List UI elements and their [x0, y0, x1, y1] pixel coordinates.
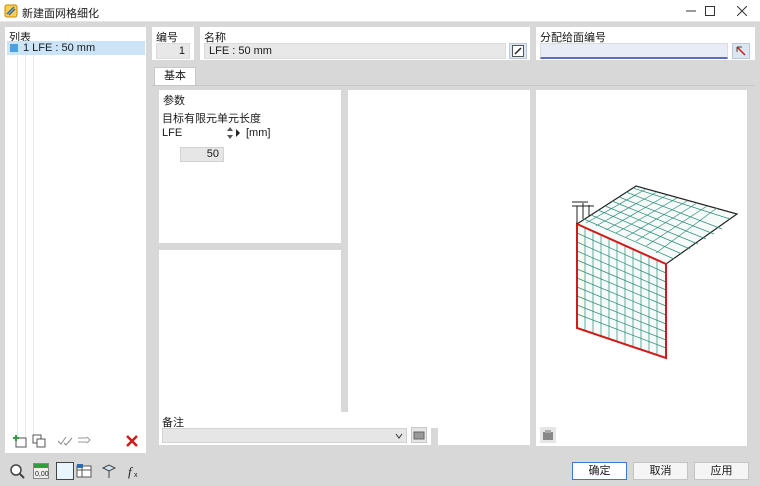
number-format-icon: 0,00: [33, 463, 49, 479]
cancel-button[interactable]: 取消: [633, 462, 688, 480]
color-swatch-button[interactable]: [56, 462, 74, 480]
model-button[interactable]: [100, 462, 118, 480]
delete-icon: [126, 435, 138, 447]
comment-library-button[interactable]: [411, 427, 427, 443]
pick-surfaces-button[interactable]: [732, 43, 750, 59]
new-item-icon: [13, 435, 27, 448]
empty-panel-middle: [348, 90, 530, 428]
search-icon: [10, 464, 25, 479]
name-panel: 名称 LFE : 50 mm: [200, 27, 530, 60]
title-bar: 新建面网格细化: [0, 0, 760, 22]
list-item-label: 1 LFE : 50 mm: [23, 42, 96, 54]
maximize-icon: [705, 6, 715, 16]
arrow-right-icon[interactable]: [235, 126, 241, 140]
color-swatch-icon: [58, 464, 72, 478]
list-item-color: [10, 44, 18, 52]
check-all-button[interactable]: [57, 433, 73, 449]
svg-text:x: x: [134, 472, 138, 479]
empty-panel: [159, 250, 341, 428]
comment-combo[interactable]: [162, 428, 407, 443]
check-all-icon: [57, 436, 73, 446]
parameters-header: 参数: [163, 95, 185, 107]
formula-button[interactable]: fx: [125, 462, 143, 480]
target-length-label: 目标有限元单元长度: [162, 113, 261, 125]
name-field[interactable]: LFE : 50 mm: [204, 43, 506, 59]
number-field[interactable]: 1: [156, 43, 190, 59]
list-item[interactable]: 1 LFE : 50 mm: [7, 41, 145, 55]
edit-icon: [512, 45, 524, 57]
lfe-input[interactable]: 50: [180, 147, 224, 162]
new-item-button[interactable]: [12, 433, 28, 449]
uncheck-button[interactable]: [76, 433, 92, 449]
list-panel: 列表 1 LFE : 50 mm: [5, 27, 146, 453]
table-icon: [76, 464, 92, 478]
maximize-button[interactable]: [692, 0, 728, 22]
view-settings-button[interactable]: [540, 427, 556, 443]
apply-button[interactable]: 应用: [694, 462, 749, 480]
empty-panel-small: [438, 412, 530, 445]
view-settings-icon: [543, 430, 553, 440]
tree-line: [25, 55, 26, 440]
lfe-label: LFE: [162, 127, 183, 139]
model-icon: [101, 464, 117, 478]
delete-button[interactable]: [124, 433, 140, 449]
tree-line: [17, 55, 18, 440]
parameters-panel: 参数 目标有限元单元长度 LFE: [159, 90, 341, 243]
dialog-body: 列表 1 LFE : 50 mm 编号 1 名称 LFE : 50 mm 分配给…: [0, 22, 760, 486]
copy-item-button[interactable]: [31, 433, 47, 449]
window-title: 新建面网格细化: [22, 8, 99, 20]
app-icon: [4, 4, 18, 18]
close-button[interactable]: [724, 0, 760, 22]
assign-panel: 分配给面编号: [536, 27, 755, 60]
pick-icon: [736, 46, 746, 56]
copy-item-icon: [32, 434, 46, 448]
svg-text:0,00: 0,00: [35, 471, 49, 478]
assign-surfaces-input[interactable]: [540, 43, 728, 59]
library-icon: [413, 431, 425, 440]
spinner-icon[interactable]: [226, 126, 234, 140]
lfe-unit: [mm]: [246, 127, 271, 139]
formula-icon: fx: [128, 464, 138, 479]
search-button[interactable]: [8, 462, 26, 480]
uncheck-icon: [78, 436, 91, 444]
tree-line: [33, 55, 34, 440]
number-format-button[interactable]: 0,00: [32, 462, 50, 480]
chevron-down-icon: [395, 433, 403, 439]
mesh-preview: [572, 185, 739, 360]
edit-name-button[interactable]: [509, 43, 527, 59]
number-panel: 编号 1: [152, 27, 194, 60]
ok-button[interactable]: 确定: [572, 462, 627, 480]
close-icon: [737, 6, 747, 16]
table-button[interactable]: [75, 462, 93, 480]
preview-panel: [536, 90, 747, 446]
tab-basic[interactable]: 基本: [154, 67, 196, 85]
